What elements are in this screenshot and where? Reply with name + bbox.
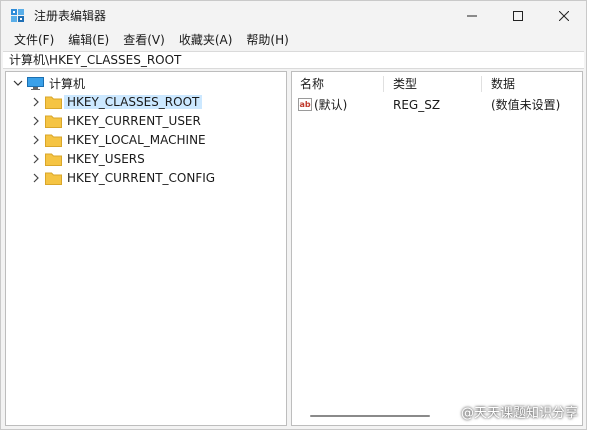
values-list-pane[interactable]: 名称 类型 数据 ab (默认) REG_SZ (数值未设置) [291, 71, 583, 426]
minimize-icon [467, 15, 477, 17]
close-icon [559, 11, 569, 21]
column-divider[interactable] [481, 76, 482, 92]
column-header-data[interactable]: 数据 [491, 74, 515, 94]
folder-icon [45, 134, 62, 147]
tree-item-hkey-current-config[interactable]: HKEY_CURRENT_CONFIG [30, 169, 215, 187]
chevron-right-icon[interactable] [30, 150, 42, 168]
computer-icon [27, 76, 44, 90]
window-title: 注册表编辑器 [34, 9, 107, 23]
tree-item-hkey-users[interactable]: HKEY_USERS [30, 150, 145, 168]
chevron-down-icon[interactable] [12, 74, 24, 92]
tree-item-label: HKEY_CLASSES_ROOT [64, 95, 203, 109]
close-button[interactable] [541, 1, 587, 31]
tree-item-label: 计算机 [49, 76, 86, 91]
tree-item-label: HKEY_USERS [67, 152, 145, 166]
key-tree-pane[interactable]: 计算机 HKEY_CLASSES_ROOT HKEY_CURRENT_USER [5, 71, 287, 426]
chevron-right-icon[interactable] [30, 131, 42, 149]
maximize-button[interactable] [495, 1, 541, 31]
menu-edit[interactable]: 编辑(E) [61, 31, 116, 49]
chevron-right-icon[interactable] [30, 93, 42, 111]
tree-item-hkey-local-machine[interactable]: HKEY_LOCAL_MACHINE [30, 131, 206, 149]
list-header: 名称 类型 数据 [292, 74, 582, 94]
menu-favorites[interactable]: 收藏夹(A) [172, 31, 240, 49]
table-row[interactable]: ab (默认) REG_SZ (数值未设置) [292, 96, 582, 114]
chevron-right-icon[interactable] [30, 112, 42, 130]
value-data: (数值未设置) [491, 98, 561, 112]
value-type: REG_SZ [393, 98, 441, 112]
maximize-icon [513, 11, 523, 21]
string-value-icon: ab [298, 98, 312, 111]
address-bar[interactable]: 计算机\HKEY_CLASSES_ROOT [3, 51, 584, 69]
menu-file[interactable]: 文件(F) [7, 31, 61, 49]
tree-item-computer[interactable]: 计算机 [12, 74, 85, 92]
title-bar[interactable]: 注册表编辑器 [1, 1, 586, 31]
horizontal-scrollbar[interactable] [310, 415, 430, 417]
tree-item-label: HKEY_CURRENT_USER [67, 114, 201, 128]
chevron-right-icon[interactable] [30, 169, 42, 187]
column-divider[interactable] [383, 76, 384, 92]
tree-item-label: HKEY_LOCAL_MACHINE [67, 133, 206, 147]
folder-icon [45, 172, 62, 185]
value-name: (默认) [314, 98, 348, 112]
regedit-window: 注册表编辑器 文件(F) 编辑(E) 查看(V) 收藏夹(A) 帮助(H) 计算… [0, 0, 587, 430]
minimize-button[interactable] [449, 1, 495, 31]
column-header-type[interactable]: 类型 [393, 74, 417, 94]
menu-view[interactable]: 查看(V) [116, 31, 172, 49]
menu-bar: 文件(F) 编辑(E) 查看(V) 收藏夹(A) 帮助(H) [1, 31, 586, 49]
tree-item-hkey-current-user[interactable]: HKEY_CURRENT_USER [30, 112, 201, 130]
watermark-text: @天天课题知识分享 [460, 406, 578, 421]
folder-icon [45, 96, 62, 109]
tree-item-hkey-classes-root[interactable]: HKEY_CLASSES_ROOT [30, 93, 203, 111]
regedit-icon [11, 9, 24, 22]
tree-item-label: HKEY_CURRENT_CONFIG [67, 171, 216, 185]
folder-icon [45, 115, 62, 128]
column-header-name[interactable]: 名称 [300, 74, 324, 94]
menu-help[interactable]: 帮助(H) [239, 31, 295, 49]
folder-icon [45, 153, 62, 166]
